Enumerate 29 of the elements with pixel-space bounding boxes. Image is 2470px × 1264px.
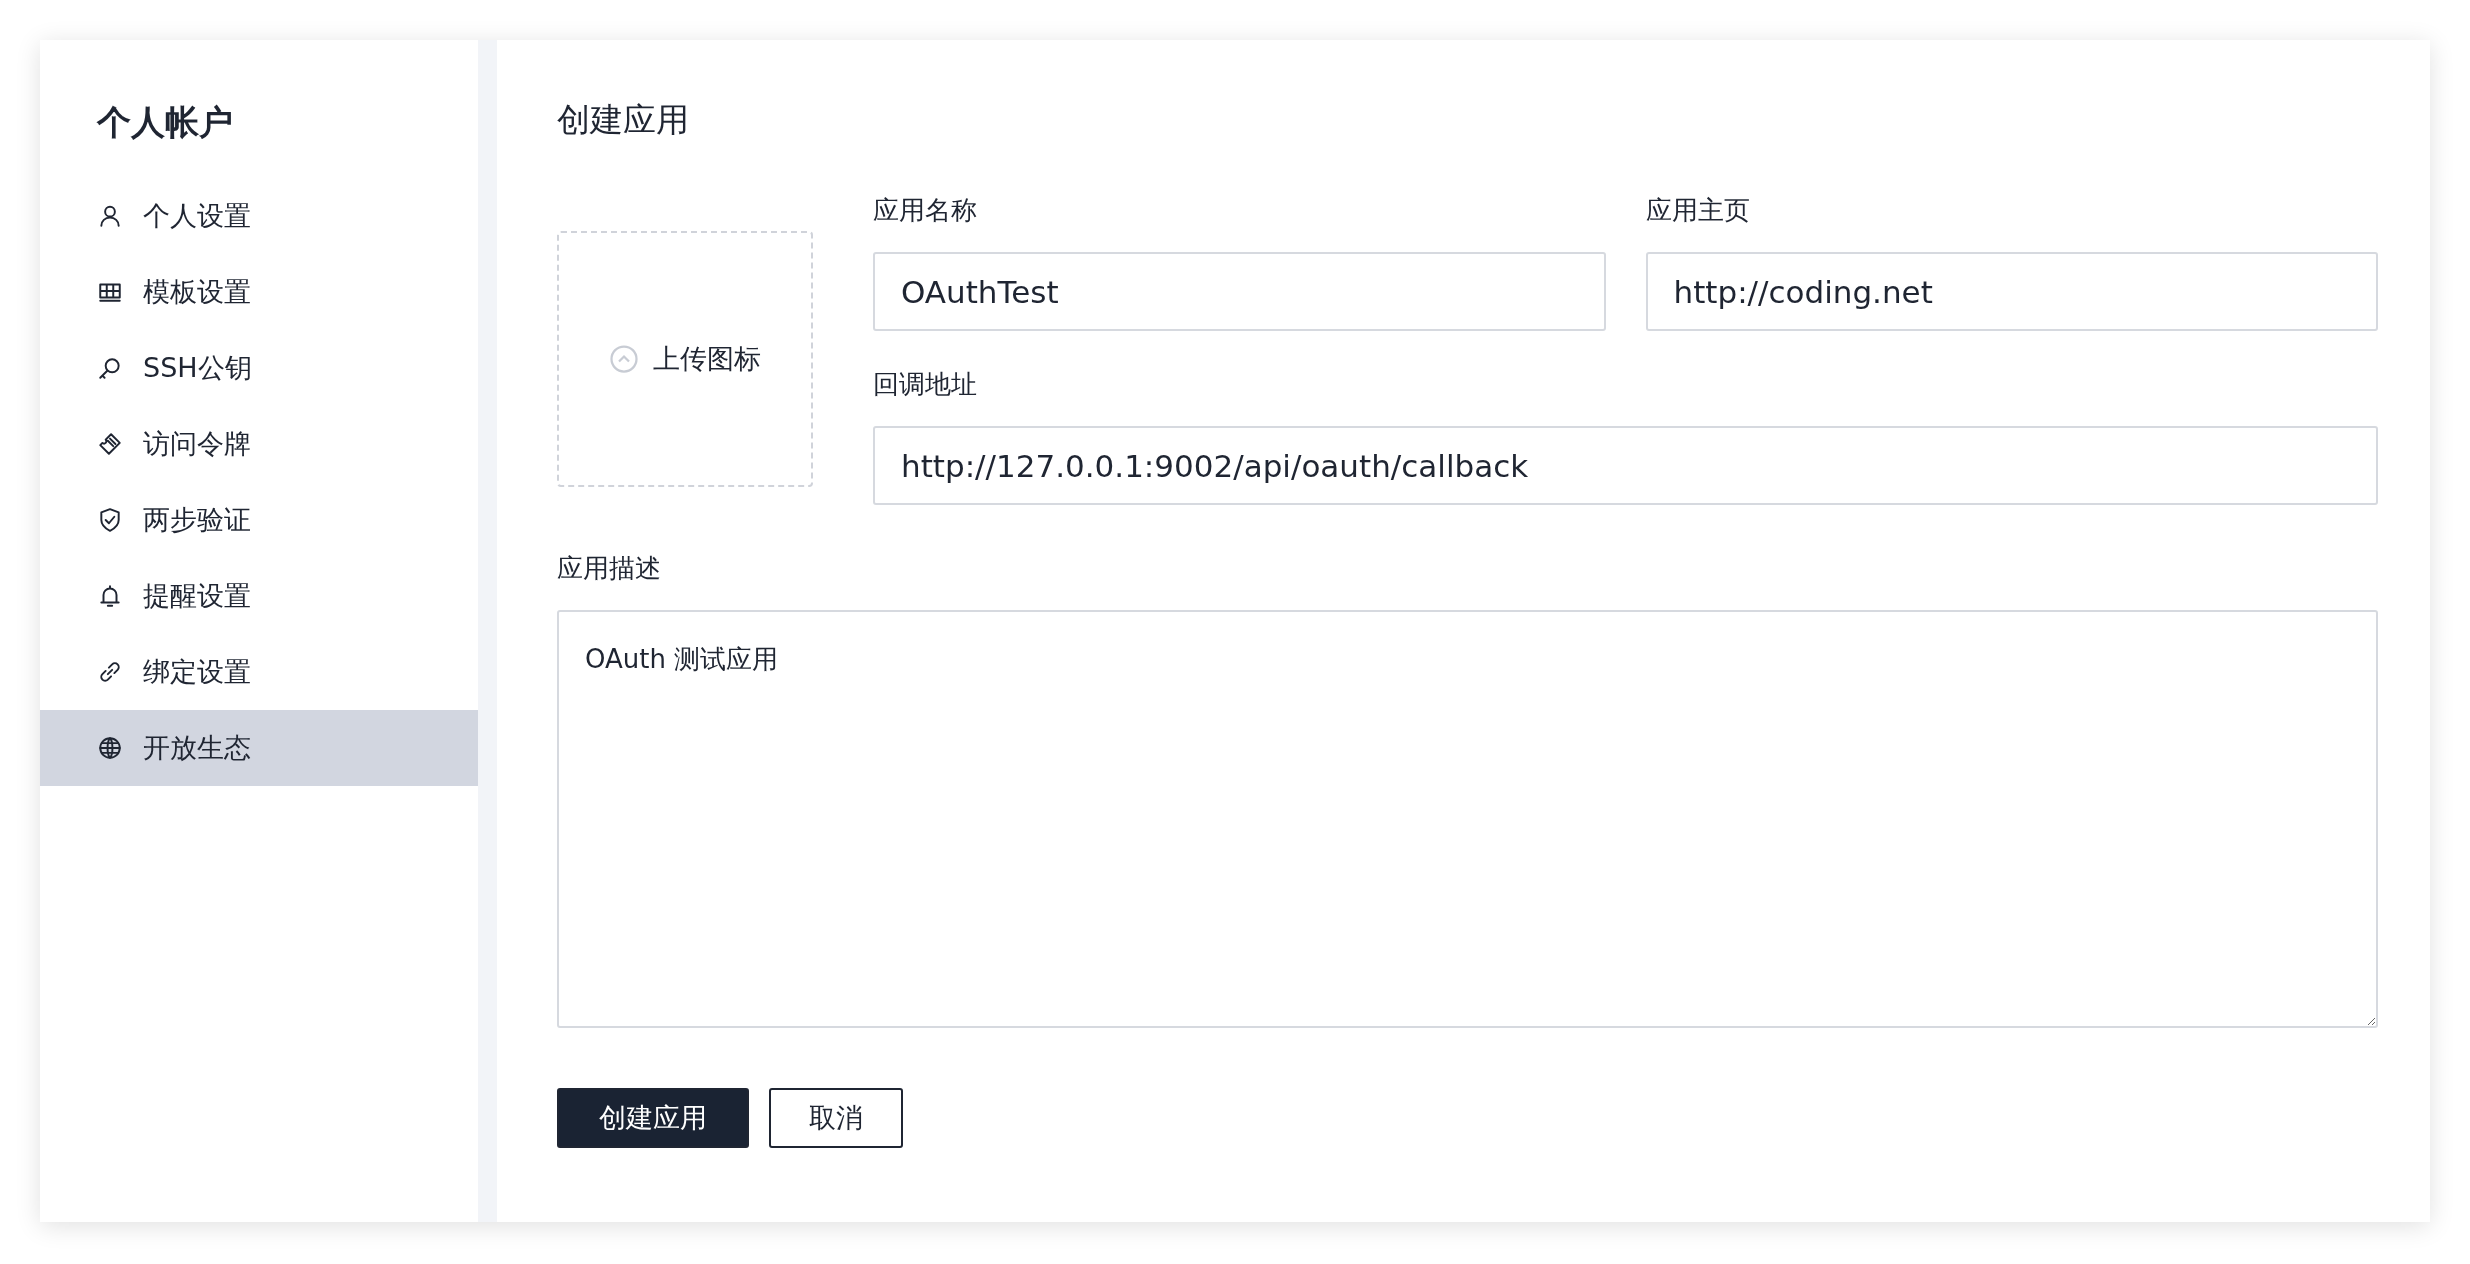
sidebar-title: 个人帐户	[95, 101, 234, 144]
person-icon	[97, 203, 123, 229]
input-field[interactable]: http://127.0.0.1:9002/api/oauth/callback	[873, 426, 2378, 505]
page-title: 创建应用	[557, 99, 690, 141]
description-field[interactable]: OAuth 测试应用	[557, 610, 2378, 1028]
ticket-icon	[97, 431, 123, 457]
sidebar-item[interactable]: 个人设置	[40, 178, 478, 254]
sidebar-item[interactable]: SSH公钥	[40, 330, 478, 406]
shield-icon	[97, 507, 123, 533]
create-button[interactable]: 创建应用	[557, 1088, 749, 1148]
input-field[interactable]: OAuthTest	[873, 252, 1606, 331]
bell-icon	[97, 583, 123, 609]
sidebar-item[interactable]: 两步验证	[40, 482, 478, 558]
link-icon	[97, 659, 123, 685]
field-label: 回调地址	[873, 368, 978, 401]
sidebar-item[interactable]: 绑定设置	[40, 634, 478, 710]
field-label: 应用主页	[1645, 194, 1751, 227]
key-icon	[97, 355, 123, 381]
upload-icon-button[interactable]: 上传图标	[557, 231, 813, 487]
sidebar-item[interactable]: 访问令牌	[40, 406, 478, 482]
cancel-button[interactable]: 取消	[769, 1088, 903, 1148]
field-label: 应用描述	[557, 552, 662, 585]
globe-icon	[97, 735, 123, 761]
field-label: 应用名称	[873, 194, 978, 227]
sidebar-item[interactable]: 开放生态	[40, 710, 478, 786]
chevron-up-icon	[609, 344, 639, 374]
sidebar-item[interactable]: 提醒设置	[40, 558, 478, 634]
sidebar-item[interactable]: 模板设置	[40, 254, 478, 330]
input-field[interactable]: http://coding.net	[1645, 252, 2378, 331]
